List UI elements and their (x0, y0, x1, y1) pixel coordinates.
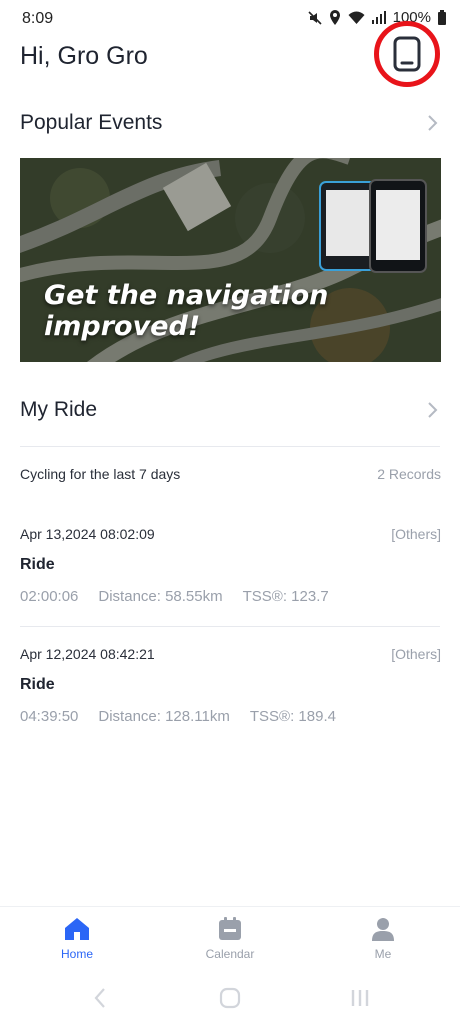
person-icon (372, 918, 394, 941)
event-banner[interactable]: Get the navigation improved! (20, 158, 441, 362)
greeting-title: Hi, Gro Gro (20, 42, 148, 70)
device-icon (393, 36, 421, 72)
ride-summary: Cycling for the last 7 days 2 Records (20, 466, 441, 482)
ride-tss: TSS®: 123.7 (242, 588, 329, 605)
back-icon[interactable] (92, 986, 108, 1010)
wifi-icon (348, 11, 365, 24)
banner-line-2: improved! (44, 311, 201, 342)
divider (20, 626, 440, 627)
location-icon (329, 10, 340, 25)
chevron-right-icon[interactable] (426, 399, 440, 421)
home-circle-icon[interactable] (219, 986, 241, 1010)
device-button[interactable] (374, 21, 440, 87)
home-icon (65, 918, 89, 940)
status-icons: 100% (308, 9, 446, 26)
tab-home[interactable]: Home (37, 917, 117, 961)
calendar-icon (219, 917, 241, 940)
banner-line-1: Get the navigation (44, 280, 329, 311)
bottom-nav: Home Calendar Me (0, 906, 460, 974)
ride-distance: Distance: 128.11km (98, 708, 230, 725)
status-time: 8:09 (22, 10, 54, 27)
ride-datetime: Apr 12,2024 08:42:21 (20, 646, 155, 662)
recents-icon[interactable] (349, 986, 371, 1010)
ride-item[interactable]: Apr 13,2024 08:02:09 [Others] Ride 02:00… (20, 526, 441, 605)
popular-events-title: Popular Events (20, 111, 163, 134)
my-ride-title: My Ride (20, 398, 98, 421)
ride-duration: 02:00:06 (20, 588, 79, 605)
system-nav-bar (0, 974, 460, 1024)
ride-datetime: Apr 13,2024 08:02:09 (20, 526, 155, 542)
popular-events-header[interactable]: Popular Events (20, 111, 440, 135)
summary-count: 2 Records (377, 466, 441, 482)
chevron-right-icon[interactable] (426, 112, 440, 134)
ride-duration: 04:39:50 (20, 708, 79, 725)
my-ride-header[interactable]: My Ride (20, 398, 440, 422)
tab-calendar[interactable]: Calendar (190, 917, 270, 961)
ride-name: Ride (20, 556, 55, 573)
ride-name: Ride (20, 676, 55, 693)
ride-tag: [Others] (391, 526, 441, 542)
tab-me[interactable]: Me (343, 917, 423, 961)
divider (20, 446, 440, 447)
ride-item[interactable]: Apr 12,2024 08:42:21 [Others] Ride 04:39… (20, 646, 441, 725)
tab-calendar-label: Calendar (205, 947, 255, 961)
tab-me-label: Me (374, 947, 392, 961)
banner-text: Get the navigation improved! (44, 280, 328, 342)
ride-tag: [Others] (391, 646, 441, 662)
battery-icon (438, 10, 446, 25)
summary-label: Cycling for the last 7 days (20, 466, 181, 482)
mute-icon (308, 10, 322, 25)
tab-home-label: Home (60, 947, 93, 961)
signal-icon (371, 11, 386, 24)
ride-distance: Distance: 58.55km (98, 588, 223, 605)
ride-tss: TSS®: 189.4 (249, 708, 336, 725)
